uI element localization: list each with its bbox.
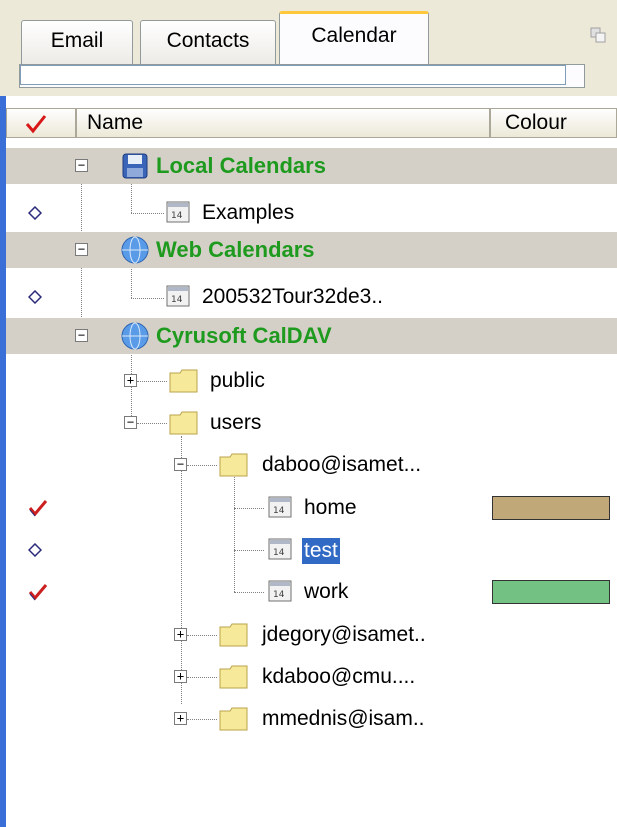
tree-calendar-label: home [304, 496, 357, 519]
tree-line [137, 423, 167, 424]
expand-toggle[interactable]: + [174, 628, 187, 641]
tree-folder-label: mmednis@isam.. [262, 707, 425, 730]
tree-calendar-work[interactable]: 14 work [6, 574, 617, 610]
expand-toggle[interactable]: + [174, 712, 187, 725]
tree-folder-daboo[interactable]: − daboo@isamet... [6, 447, 617, 483]
tree-item-examples[interactable]: 14 Examples [6, 195, 617, 231]
tree-group-label: Local Calendars [156, 153, 326, 178]
calendar-window: Email Contacts Calendar Name Colour − Lo… [0, 0, 617, 827]
search-field[interactable] [20, 65, 566, 85]
folder-icon [219, 623, 248, 647]
column-name-label: Name [87, 111, 144, 134]
tree-line [187, 677, 217, 678]
tree-folder-jdegory[interactable]: + jdegory@isamet.. [6, 617, 617, 653]
tree-folder-label: jdegory@isamet.. [262, 623, 426, 646]
svg-text:14: 14 [273, 506, 285, 516]
calendar-icon: 14 [268, 580, 292, 602]
tab-strip: Email Contacts Calendar [0, 0, 617, 96]
globe-icon [121, 236, 149, 264]
tree-group-label: Cyrusoft CalDAV [156, 323, 332, 348]
tab-email[interactable]: Email [21, 20, 133, 64]
svg-text:14: 14 [273, 590, 285, 600]
tree-calendar-label: work [304, 580, 349, 603]
diamond-marker-icon[interactable] [28, 206, 42, 220]
check-marker-icon[interactable] [28, 499, 48, 517]
svg-text:14: 14 [273, 548, 285, 558]
calendar-tree-panel: Name Colour − Local Calendars 14 Example… [0, 96, 617, 827]
tree-group-local[interactable]: − Local Calendars [6, 148, 617, 184]
diamond-marker-icon[interactable] [28, 543, 42, 557]
tree-item-label: Examples [202, 201, 295, 224]
expand-toggle[interactable]: + [124, 374, 137, 387]
calendar-icon: 14 [268, 496, 292, 518]
tree-group-web[interactable]: − Web Calendars [6, 232, 617, 268]
tree-item-label: 200532Tour32de3.. [202, 285, 383, 308]
collapse-toggle[interactable]: − [124, 416, 137, 429]
tab-contacts-label: Contacts [166, 29, 250, 52]
column-colour[interactable]: Colour [490, 108, 617, 138]
folder-icon [169, 411, 198, 435]
folder-icon [169, 369, 198, 393]
colour-swatch[interactable] [492, 496, 610, 520]
check-marker-icon[interactable] [28, 583, 48, 601]
calendar-icon: 14 [166, 201, 190, 223]
float-window-icon[interactable] [590, 27, 606, 43]
tree-calendar-home[interactable]: 14 home [6, 490, 617, 526]
folder-icon [219, 707, 248, 731]
tree-line [187, 465, 217, 466]
collapse-toggle[interactable]: − [174, 458, 187, 471]
folder-icon [219, 453, 248, 477]
tree-folder-mmednis[interactable]: + mmednis@isam.. [6, 701, 617, 737]
tree-calendar-test[interactable]: 14 test [6, 532, 617, 568]
tree-line [187, 635, 217, 636]
tree-folder-label: kdaboo@cmu.... [262, 665, 416, 688]
tree-folder-users[interactable]: − users [6, 405, 617, 441]
calendar-icon: 14 [166, 285, 190, 307]
tree-folder-public[interactable]: + public [6, 363, 617, 399]
check-column-icon [25, 115, 47, 134]
tree-line [187, 719, 217, 720]
tree-folder-kdaboo[interactable]: + kdaboo@cmu.... [6, 659, 617, 695]
column-colour-label: Colour [505, 111, 567, 134]
svg-text:14: 14 [171, 211, 183, 221]
tree-folder-label: users [210, 411, 262, 434]
calendar-icon: 14 [268, 538, 292, 560]
svg-text:14: 14 [171, 295, 183, 305]
column-check[interactable] [6, 108, 76, 138]
tree-line [137, 381, 167, 382]
tree-folder-label: daboo@isamet... [262, 453, 422, 476]
column-header: Name Colour [6, 108, 617, 138]
collapse-toggle[interactable]: − [75, 243, 88, 256]
tab-calendar-label: Calendar [311, 24, 397, 47]
colour-swatch[interactable] [492, 580, 610, 604]
expand-toggle[interactable]: + [174, 670, 187, 683]
collapse-toggle[interactable]: − [75, 159, 88, 172]
folder-icon [219, 665, 248, 689]
globe-icon [121, 322, 149, 350]
tab-pane [19, 64, 585, 88]
tree-folder-label: public [210, 369, 265, 392]
diamond-marker-icon[interactable] [28, 290, 42, 304]
tab-contacts[interactable]: Contacts [140, 20, 276, 64]
column-name[interactable]: Name [76, 108, 490, 138]
tab-email-label: Email [50, 29, 104, 52]
tab-calendar[interactable]: Calendar [279, 11, 429, 65]
tree-calendar-label: test [302, 538, 340, 564]
tree-group-caldav[interactable]: − Cyrusoft CalDAV [6, 318, 617, 354]
floppy-disk-icon [122, 153, 148, 179]
tree-item-tour[interactable]: 14 200532Tour32de3.. [6, 279, 617, 315]
collapse-toggle[interactable]: − [75, 329, 88, 342]
tree-group-label: Web Calendars [156, 237, 315, 262]
